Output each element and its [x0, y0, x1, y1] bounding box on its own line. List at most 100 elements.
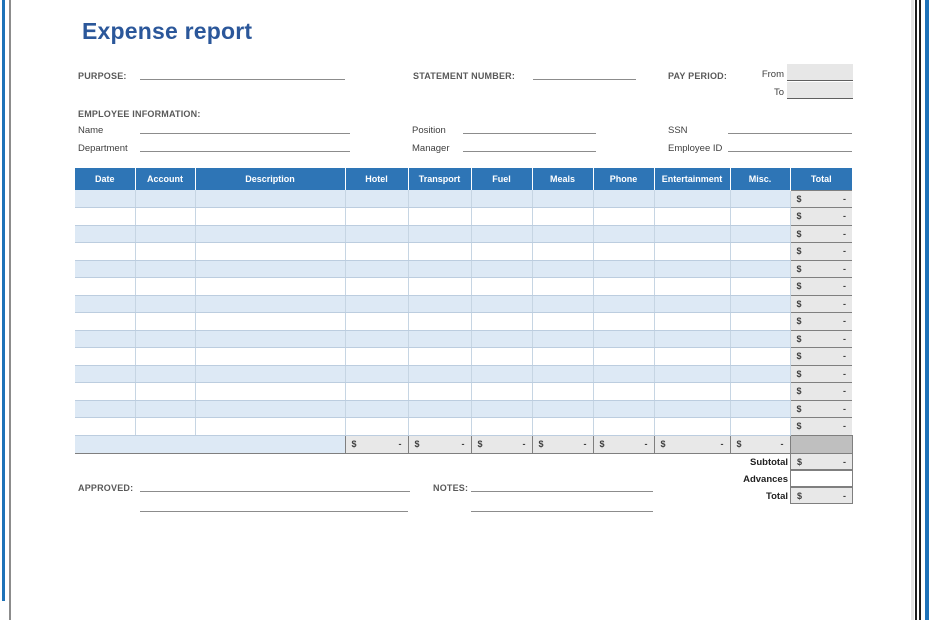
expense-cell[interactable]: [593, 383, 654, 401]
expense-cell[interactable]: [345, 400, 408, 418]
expense-cell[interactable]: [730, 295, 790, 313]
expense-cell[interactable]: [408, 348, 471, 366]
column-total-cell-entertainment[interactable]: $-: [654, 435, 730, 453]
approved-signature-line-2[interactable]: [140, 498, 408, 512]
expense-cell[interactable]: [195, 365, 345, 383]
expense-cell[interactable]: [195, 190, 345, 208]
expense-cell[interactable]: [532, 190, 593, 208]
row-total-cell[interactable]: $-: [790, 295, 852, 313]
expense-cell[interactable]: [75, 418, 135, 436]
expense-cell[interactable]: [471, 418, 532, 436]
expense-cell[interactable]: [532, 278, 593, 296]
name-field[interactable]: [140, 120, 350, 134]
expense-cell[interactable]: [471, 260, 532, 278]
expense-cell[interactable]: [593, 260, 654, 278]
expense-cell[interactable]: [195, 278, 345, 296]
expense-cell[interactable]: [75, 225, 135, 243]
expense-cell[interactable]: [593, 225, 654, 243]
column-total-cell-hotel[interactable]: $-: [345, 435, 408, 453]
expense-cell[interactable]: [532, 383, 593, 401]
expense-cell[interactable]: [730, 225, 790, 243]
expense-cell[interactable]: [135, 330, 195, 348]
expense-cell[interactable]: [593, 313, 654, 331]
expense-cell[interactable]: [730, 418, 790, 436]
expense-cell[interactable]: [135, 400, 195, 418]
expense-cell[interactable]: [532, 348, 593, 366]
row-total-cell[interactable]: $-: [790, 383, 852, 401]
expense-cell[interactable]: [471, 348, 532, 366]
expense-cell[interactable]: [730, 400, 790, 418]
expense-cell[interactable]: [593, 208, 654, 226]
expense-cell[interactable]: [730, 243, 790, 261]
row-total-cell[interactable]: $-: [790, 365, 852, 383]
row-total-cell[interactable]: $-: [790, 278, 852, 296]
expense-cell[interactable]: [408, 295, 471, 313]
expense-cell[interactable]: [654, 365, 730, 383]
expense-cell[interactable]: [135, 348, 195, 366]
column-total-cell-meals[interactable]: $-: [532, 435, 593, 453]
expense-cell[interactable]: [195, 383, 345, 401]
row-total-cell[interactable]: $-: [790, 225, 852, 243]
expense-cell[interactable]: [654, 190, 730, 208]
row-total-cell[interactable]: $-: [790, 400, 852, 418]
expense-cell[interactable]: [75, 313, 135, 331]
expense-cell[interactable]: [195, 208, 345, 226]
column-total-cell-transport[interactable]: $-: [408, 435, 471, 453]
expense-cell[interactable]: [654, 330, 730, 348]
expense-cell[interactable]: [195, 313, 345, 331]
expense-cell[interactable]: [408, 400, 471, 418]
approved-signature-line-1[interactable]: [140, 478, 410, 492]
expense-cell[interactable]: [345, 190, 408, 208]
total-value-cell[interactable]: $ -: [790, 487, 853, 504]
row-total-cell[interactable]: $-: [790, 313, 852, 331]
expense-cell[interactable]: [471, 208, 532, 226]
employee-id-field[interactable]: [728, 138, 852, 152]
expense-cell[interactable]: [408, 383, 471, 401]
expense-cell[interactable]: [654, 418, 730, 436]
expense-cell[interactable]: [345, 365, 408, 383]
expense-cell[interactable]: [730, 190, 790, 208]
expense-cell[interactable]: [593, 190, 654, 208]
expense-cell[interactable]: [135, 260, 195, 278]
expense-cell[interactable]: [75, 365, 135, 383]
purpose-field[interactable]: [140, 64, 345, 80]
expense-cell[interactable]: [75, 330, 135, 348]
expense-cell[interactable]: [654, 225, 730, 243]
expense-cell[interactable]: [471, 243, 532, 261]
expense-cell[interactable]: [593, 418, 654, 436]
expense-cell[interactable]: [532, 243, 593, 261]
expense-cell[interactable]: [75, 243, 135, 261]
expense-cell[interactable]: [195, 243, 345, 261]
notes-line-2[interactable]: [471, 498, 653, 512]
pay-period-to-field[interactable]: [787, 82, 853, 99]
expense-cell[interactable]: [75, 295, 135, 313]
expense-cell[interactable]: [471, 383, 532, 401]
row-total-cell[interactable]: $-: [790, 418, 852, 436]
expense-cell[interactable]: [135, 365, 195, 383]
statement-number-field[interactable]: [533, 64, 636, 80]
expense-cell[interactable]: [135, 383, 195, 401]
expense-cell[interactable]: [730, 260, 790, 278]
expense-cell[interactable]: [195, 260, 345, 278]
expense-cell[interactable]: [345, 348, 408, 366]
expense-cell[interactable]: [532, 313, 593, 331]
expense-cell[interactable]: [75, 400, 135, 418]
expense-cell[interactable]: [135, 243, 195, 261]
expense-cell[interactable]: [654, 383, 730, 401]
expense-cell[interactable]: [730, 383, 790, 401]
expense-cell[interactable]: [593, 243, 654, 261]
expense-cell[interactable]: [730, 208, 790, 226]
expense-cell[interactable]: [593, 400, 654, 418]
expense-cell[interactable]: [593, 348, 654, 366]
expense-cell[interactable]: [345, 383, 408, 401]
advances-value-cell[interactable]: [790, 470, 853, 487]
expense-cell[interactable]: [593, 278, 654, 296]
expense-cell[interactable]: [408, 330, 471, 348]
ssn-field[interactable]: [728, 120, 852, 134]
expense-cell[interactable]: [195, 418, 345, 436]
expense-cell[interactable]: [471, 365, 532, 383]
expense-cell[interactable]: [532, 400, 593, 418]
expense-cell[interactable]: [471, 225, 532, 243]
expense-cell[interactable]: [75, 190, 135, 208]
expense-cell[interactable]: [345, 295, 408, 313]
